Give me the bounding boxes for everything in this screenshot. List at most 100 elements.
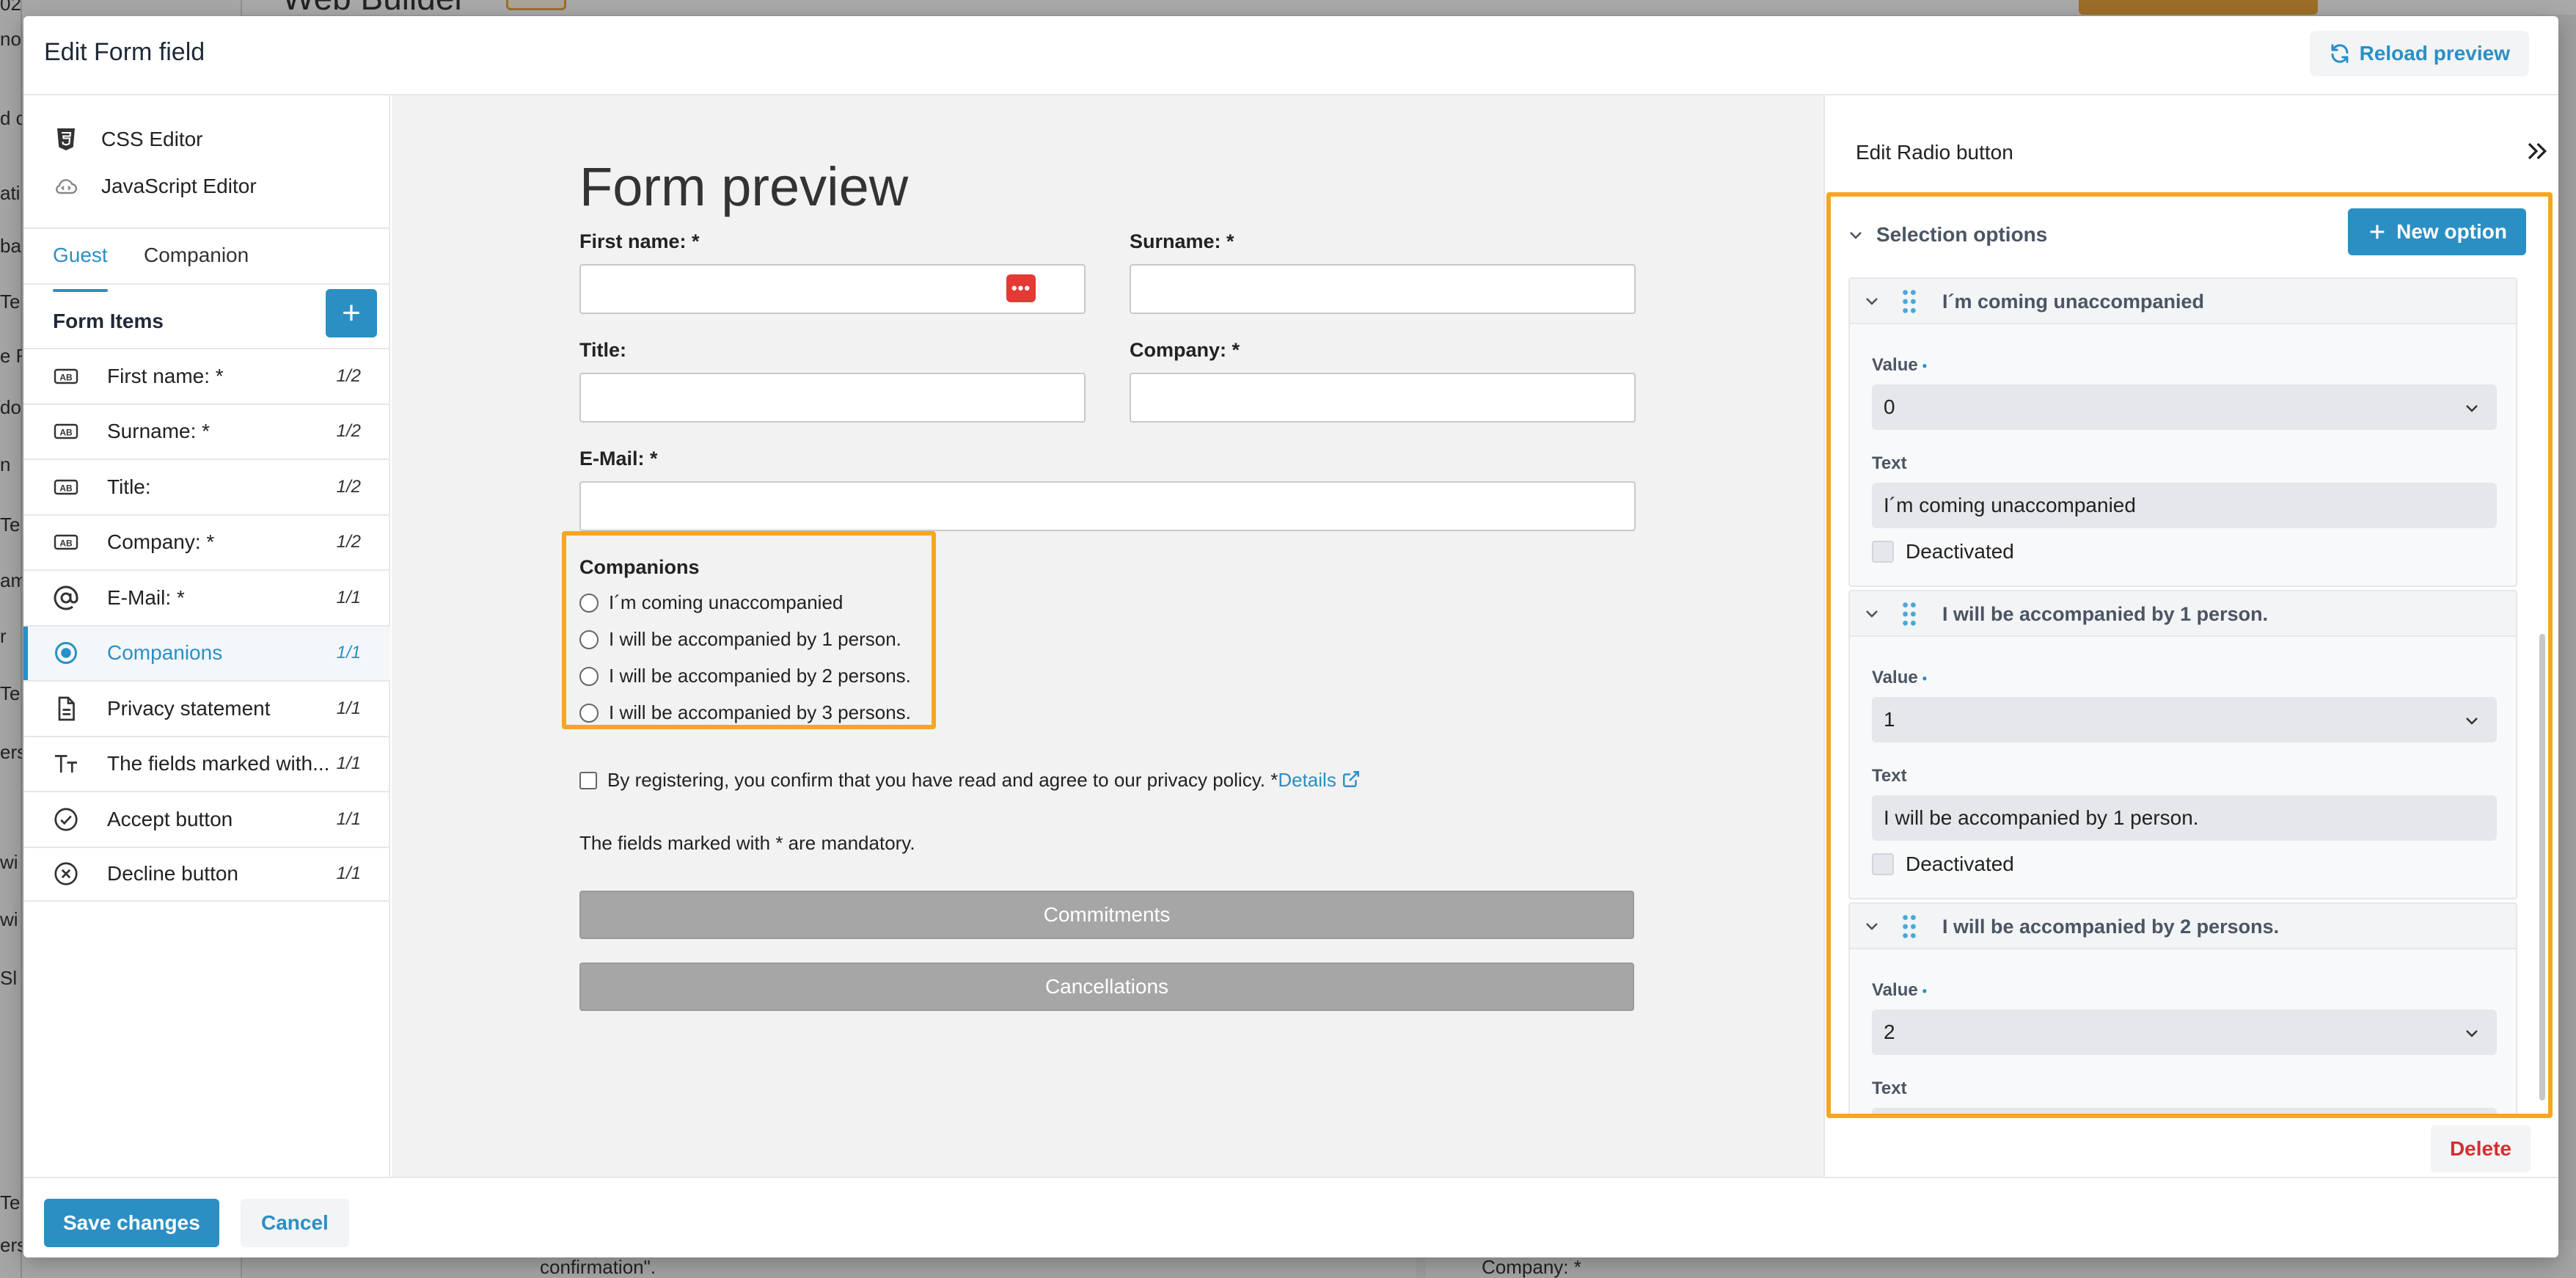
deactivated-row[interactable]: Deactivated xyxy=(1872,540,2014,563)
chevron-down-icon[interactable] xyxy=(1863,917,1881,935)
privacy-text: By registering, you confirm that you hav… xyxy=(607,769,1278,791)
radio-circle[interactable] xyxy=(579,593,599,613)
form-item-privacy-statement[interactable]: Privacy statement 1/1 xyxy=(23,680,390,736)
first-name-label: First name: * xyxy=(579,230,700,252)
delete-button[interactable]: Delete xyxy=(2430,1125,2531,1172)
drag-handle-icon[interactable] xyxy=(1901,914,1917,939)
radio-circle[interactable] xyxy=(579,703,599,723)
option-title: I´m coming unaccompanied xyxy=(1942,291,2205,313)
form-item-label: The fields marked with... xyxy=(107,752,330,775)
form-item-first-name[interactable]: AB First name: * 1/2 xyxy=(23,348,390,404)
external-link-icon[interactable] xyxy=(1342,770,1361,789)
privacy-checkbox-row: By registering, you confirm that you hav… xyxy=(579,769,1361,792)
option-header[interactable]: I will be accompanied by 2 persons. xyxy=(1850,904,2516,949)
radio-circle[interactable] xyxy=(579,666,599,686)
cancellations-button[interactable]: Cancellations xyxy=(579,963,1634,1011)
cancel-button[interactable]: Cancel xyxy=(241,1199,349,1247)
text-field-icon: AB xyxy=(53,363,79,390)
add-form-item-button[interactable]: + xyxy=(326,289,377,337)
css3-icon xyxy=(57,128,75,150)
css-editor-link[interactable]: CSS Editor xyxy=(53,117,203,161)
text-input[interactable]: I´m coming unaccompanied xyxy=(1872,483,2497,528)
javascript-editor-link[interactable]: JavaScript Editor xyxy=(53,164,257,208)
privacy-checkbox[interactable] xyxy=(579,771,597,789)
javascript-editor-label: JavaScript Editor xyxy=(101,175,257,197)
left-panel: CSS Editor JavaScript Editor Guest Compa… xyxy=(23,95,390,1177)
text-label: Text xyxy=(1872,453,1907,473)
svg-text:AB: AB xyxy=(59,483,73,493)
form-item-company[interactable]: AB Company: * 1/2 xyxy=(23,514,390,570)
form-item-accept-button[interactable]: Accept button 1/1 xyxy=(23,791,390,847)
chevron-down-icon xyxy=(1850,232,1862,239)
at-icon xyxy=(53,585,79,611)
text-label: Text xyxy=(1872,766,1907,786)
drag-handle-icon[interactable] xyxy=(1901,289,1917,314)
details-link[interactable]: Details xyxy=(1278,769,1336,791)
text-input[interactable] xyxy=(1872,1108,2497,1114)
plus-icon xyxy=(2370,224,2385,239)
value-label: Value • xyxy=(1872,355,1928,375)
value-select-text: 2 xyxy=(1884,1020,1895,1043)
radio-option-unaccompanied[interactable]: I´m coming unaccompanied xyxy=(579,591,843,614)
form-item-companions[interactable]: Companions 1/1 xyxy=(23,624,390,680)
text-input[interactable]: I will be accompanied by 1 person. xyxy=(1872,795,2497,841)
title-input[interactable] xyxy=(579,373,1086,423)
form-item-surname[interactable]: AB Surname: * 1/2 xyxy=(23,403,390,459)
form-item-ratio: 1/2 xyxy=(336,476,361,497)
option-body: Value • 2 Text xyxy=(1850,949,2516,1114)
chevron-down-icon[interactable] xyxy=(1863,605,1881,622)
tab-guest[interactable]: Guest xyxy=(53,244,108,292)
form-item-mandatory-note[interactable]: The fields marked with... 1/1 xyxy=(23,735,390,792)
reload-preview-button[interactable]: Reload preview xyxy=(2309,31,2529,76)
text-field-icon: AB xyxy=(53,529,79,555)
text-input-value: I will be accompanied by 1 person. xyxy=(1884,806,2199,829)
surname-label: Surname: * xyxy=(1130,230,1234,252)
deactivated-row[interactable]: Deactivated xyxy=(1872,852,2014,876)
option-header[interactable]: I will be accompanied by 1 person. xyxy=(1850,591,2516,637)
form-item-label: Companions xyxy=(107,641,223,665)
radio-circle[interactable] xyxy=(579,629,599,649)
company-input[interactable] xyxy=(1130,373,1636,423)
email-label: E-Mail: * xyxy=(579,448,658,470)
option-body: Value • 0 Text I´m coming unaccompanied D… xyxy=(1850,324,2516,585)
value-select[interactable]: 1 xyxy=(1872,697,2497,742)
save-changes-button[interactable]: Save changes xyxy=(44,1199,219,1247)
selection-options-header[interactable]: Selection options xyxy=(1847,223,2047,247)
document-icon xyxy=(53,695,79,722)
options-scrollbar[interactable] xyxy=(2539,634,2545,1100)
form-item-ratio: 1/2 xyxy=(336,421,361,442)
chevron-down-icon xyxy=(2466,405,2478,412)
radio-option-2-persons[interactable]: I will be accompanied by 2 persons. xyxy=(579,665,911,687)
form-item-title[interactable]: AB Title: 1/2 xyxy=(23,459,390,514)
new-option-button[interactable]: New option xyxy=(2348,208,2526,255)
form-item-ratio: 1/1 xyxy=(336,643,361,663)
chevron-down-icon[interactable] xyxy=(1863,292,1881,310)
form-item-label: Accept button xyxy=(107,807,233,830)
chevron-down-icon xyxy=(2466,1030,2478,1037)
value-select-text: 1 xyxy=(1884,708,1895,731)
radio-option-3-persons[interactable]: I will be accompanied by 3 persons. xyxy=(579,701,911,724)
surname-input[interactable] xyxy=(1130,264,1636,314)
form-item-ratio: 1/1 xyxy=(336,587,361,607)
form-item-label: Decline button xyxy=(107,862,239,886)
commitments-button[interactable]: Commitments xyxy=(579,891,1634,939)
tab-companion[interactable]: Companion xyxy=(144,244,249,288)
form-item-label: E-Mail: * xyxy=(107,585,185,609)
deactivated-checkbox[interactable] xyxy=(1872,853,1894,875)
email-input[interactable] xyxy=(579,481,1636,531)
drag-handle-icon[interactable] xyxy=(1901,602,1917,627)
chevrons-right-icon[interactable] xyxy=(2522,136,2551,166)
value-select[interactable]: 0 xyxy=(1872,384,2497,430)
radio-icon xyxy=(53,640,79,666)
form-item-decline-button[interactable]: Decline button 1/1 xyxy=(23,846,390,902)
company-label: Company: * xyxy=(1130,339,1240,361)
value-select[interactable]: 2 xyxy=(1872,1009,2497,1055)
deactivated-checkbox[interactable] xyxy=(1872,541,1894,563)
radio-option-1-person[interactable]: I will be accompanied by 1 person. xyxy=(579,628,901,651)
more-options-icon[interactable]: ••• xyxy=(1006,274,1036,302)
radio-option-label: I´m coming unaccompanied xyxy=(609,591,844,613)
option-header[interactable]: I´m coming unaccompanied xyxy=(1850,279,2516,324)
text-input-value: I´m coming unaccompanied xyxy=(1884,494,2136,516)
form-item-email[interactable]: E-Mail: * 1/1 xyxy=(23,569,390,625)
chevron-down-icon xyxy=(2466,717,2478,725)
